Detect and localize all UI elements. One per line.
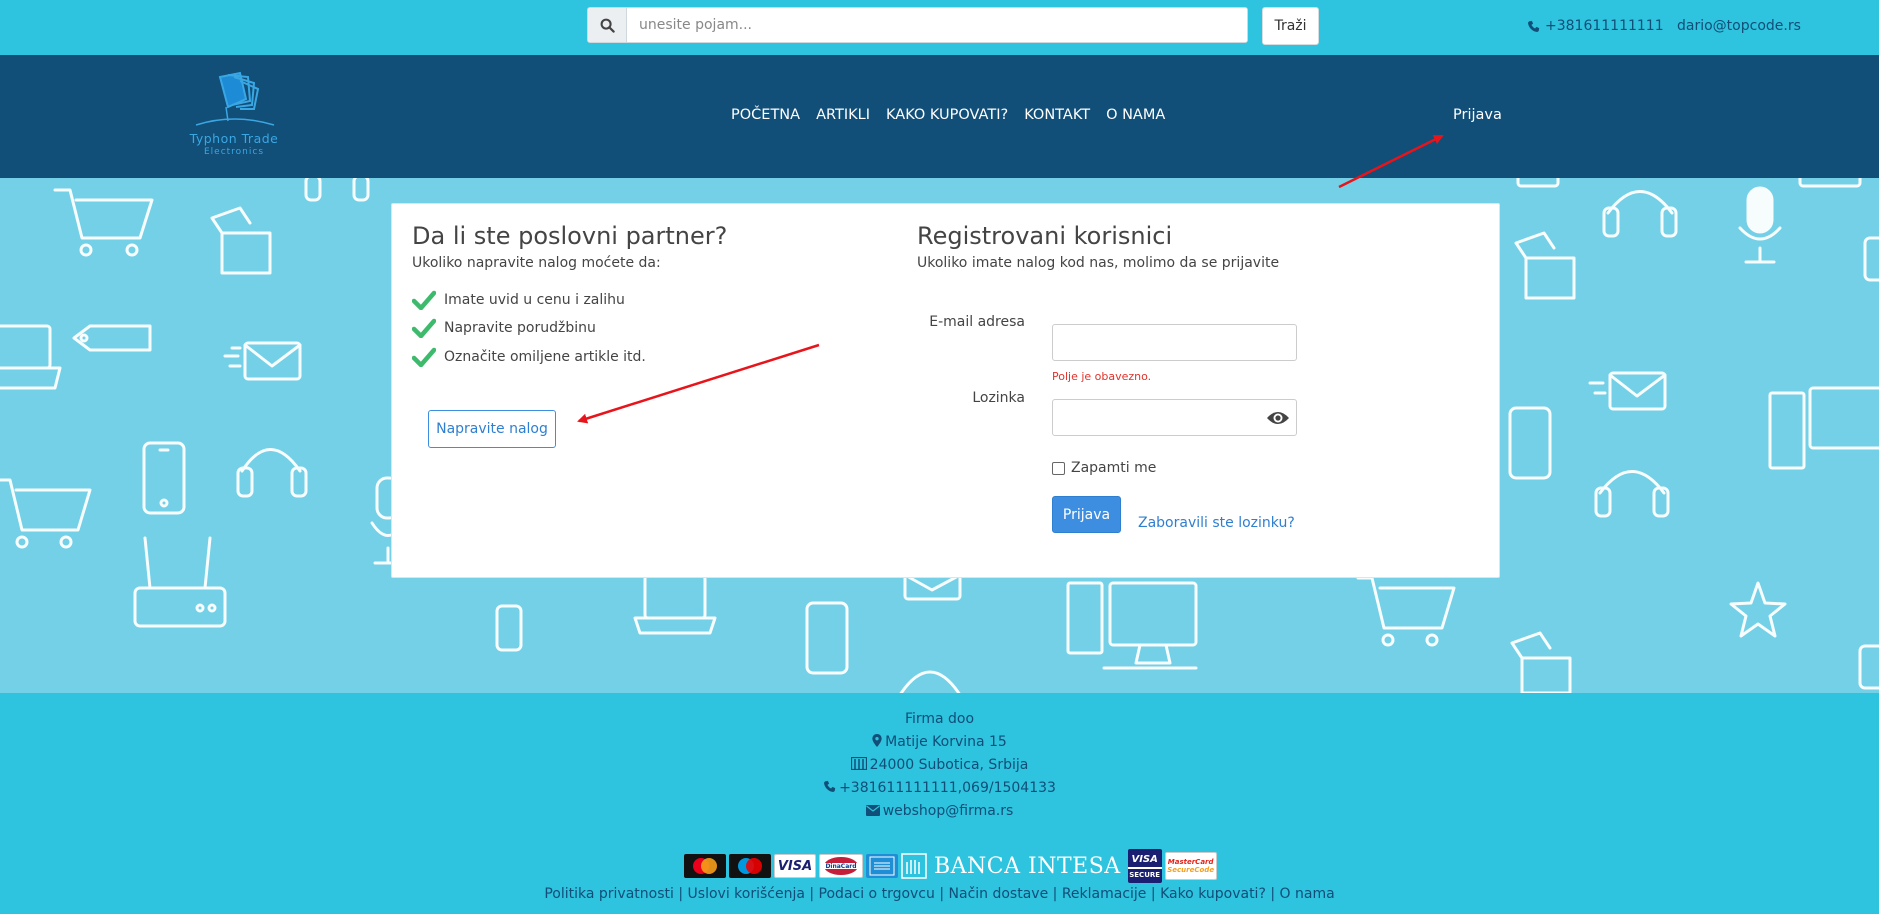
nav-item-o-nama[interactable]: O NAMA — [1106, 107, 1165, 123]
main-navbar: Typhon Trade Electronics POČETNA ARTIKLI… — [0, 55, 1879, 178]
footer-link-delivery[interactable]: Način dostave — [949, 886, 1049, 902]
benefit-text: Napravite porudžbinu — [444, 320, 596, 336]
footer-link-about[interactable]: O nama — [1280, 886, 1335, 902]
mastercard-logo — [684, 854, 726, 878]
phone-icon — [824, 780, 836, 792]
mastercard-securecode-logo: MasterCard SecureCode — [1164, 852, 1217, 880]
show-password-icon[interactable] — [1266, 409, 1290, 427]
logo[interactable]: Typhon Trade Electronics — [182, 69, 286, 165]
envelope-icon — [865, 805, 880, 816]
email-error-message: Polje je obavezno. — [1052, 370, 1152, 383]
footer-company: Firma doo — [904, 711, 975, 727]
partner-subtitle: Ukoliko napravite nalog moćete da: — [412, 255, 661, 271]
remember-me-label: Zapamti me — [1071, 460, 1157, 476]
password-label: Lozinka — [972, 390, 1025, 406]
footer-link-terms[interactable]: Uslovi korišćenja — [688, 886, 805, 902]
map-marker-icon — [872, 734, 882, 747]
nav-menu: POČETNA ARTIKLI KAKO KUPOVATI? KONTAKT O… — [731, 107, 1181, 123]
banca-intesa-logo: BANCA INTESA — [934, 853, 1121, 879]
benefit-text: Označite omiljene artikle itd. — [444, 349, 646, 365]
building-icon — [850, 757, 867, 770]
login-hero: Da li ste poslovni partner? Ukoliko napr… — [0, 178, 1879, 693]
nav-item-artikli[interactable]: ARTIKLI — [816, 107, 870, 123]
logo-subtitle: Electronics — [203, 147, 265, 157]
password-field-wrap — [1052, 399, 1297, 436]
footer-street: Matije Korvina 15 — [885, 734, 1007, 750]
footer-link-merchant[interactable]: Podaci o trgovcu — [819, 886, 935, 902]
footer-phones-line: +381611111111,069/1504133 — [0, 780, 1879, 796]
payment-logos: VISA DinaCard BANCA INTESA VISA SECURE Ma… — [684, 849, 1217, 883]
checkmark-icon — [412, 290, 436, 310]
footer-city: 24000 Subotica, Srbija — [869, 757, 1029, 773]
footer-phones[interactable]: +381611111111,069/1504133 — [839, 780, 1056, 796]
footer-links: Politika privatnosti | Uslovi korišćenja… — [544, 886, 1335, 902]
header-email[interactable]: dario@topcode.rs — [1677, 18, 1801, 34]
footer-link-privacy[interactable]: Politika privatnosti — [544, 886, 674, 902]
checkmark-icon — [412, 318, 436, 338]
footer-email-line: webshop@firma.rs — [0, 803, 1879, 819]
checkmark-icon — [412, 347, 436, 367]
benefit-text: Imate uvid u cenu i zalihu — [444, 292, 625, 308]
footer: Firma doo Matije Korvina 15 24000 Suboti… — [0, 693, 1879, 914]
password-field[interactable] — [1061, 400, 1261, 433]
footer-city-line: 24000 Subotica, Srbija — [0, 757, 1879, 773]
login-submit-button[interactable]: Prijava — [1052, 496, 1121, 533]
footer-link-complaints[interactable]: Reklamacije — [1062, 886, 1147, 902]
visa-secure-logo: VISA SECURE — [1127, 849, 1162, 883]
visa-logo: VISA — [774, 854, 816, 878]
nav-item-kako-kupovati[interactable]: KAKO KUPOVATI? — [886, 107, 1008, 123]
create-account-button[interactable]: Napravite nalog — [428, 410, 556, 448]
remember-me[interactable]: Zapamti me — [1052, 460, 1156, 476]
search-button[interactable]: Traži — [1262, 7, 1319, 45]
footer-email[interactable]: webshop@firma.rs — [883, 803, 1014, 819]
login-subtitle: Ukoliko imate nalog kod nas, molimo da s… — [917, 255, 1280, 271]
dinacard-logo: DinaCard — [819, 854, 863, 878]
dinacard-text: DinaCard — [825, 863, 856, 870]
top-bar: Traži +381611111111 dario@topcode.rs — [0, 0, 1879, 55]
email-field[interactable] — [1052, 324, 1297, 361]
login-card: Da li ste poslovni partner? Ukoliko napr… — [391, 203, 1500, 578]
search-icon — [588, 8, 627, 42]
footer-link-how-to-buy[interactable]: Kako kupovati? — [1160, 886, 1266, 902]
nav-login-link[interactable]: Prijava — [1453, 107, 1502, 123]
header-phone-text: +381611111111 — [1545, 18, 1664, 34]
header-phone[interactable]: +381611111111 — [1527, 18, 1664, 34]
benefit-item: Napravite porudžbinu — [412, 318, 596, 338]
banca-intesa-emblem-icon — [901, 853, 927, 879]
search-group — [587, 7, 1248, 43]
login-title: Registrovani korisnici — [917, 222, 1173, 250]
benefit-item: Imate uvid u cenu i zalihu — [412, 290, 625, 310]
logo-title: Typhon Trade — [189, 131, 279, 146]
phone-icon — [1528, 20, 1540, 32]
email-label: E-mail adresa — [929, 314, 1025, 330]
nav-item-kontakt[interactable]: KONTAKT — [1024, 107, 1090, 123]
nav-item-pocetna[interactable]: POČETNA — [731, 107, 800, 123]
partner-title: Da li ste poslovni partner? — [412, 222, 728, 250]
logo-mark-icon — [195, 71, 275, 126]
maestro-logo — [729, 854, 771, 878]
search-input[interactable] — [627, 8, 1247, 42]
amex-logo — [866, 854, 898, 878]
footer-address: Matije Korvina 15 — [0, 734, 1879, 750]
benefit-item: Označite omiljene artikle itd. — [412, 347, 646, 367]
remember-me-checkbox[interactable] — [1052, 461, 1065, 475]
forgot-password-link[interactable]: Zaboravili ste lozinku? — [1138, 515, 1295, 531]
